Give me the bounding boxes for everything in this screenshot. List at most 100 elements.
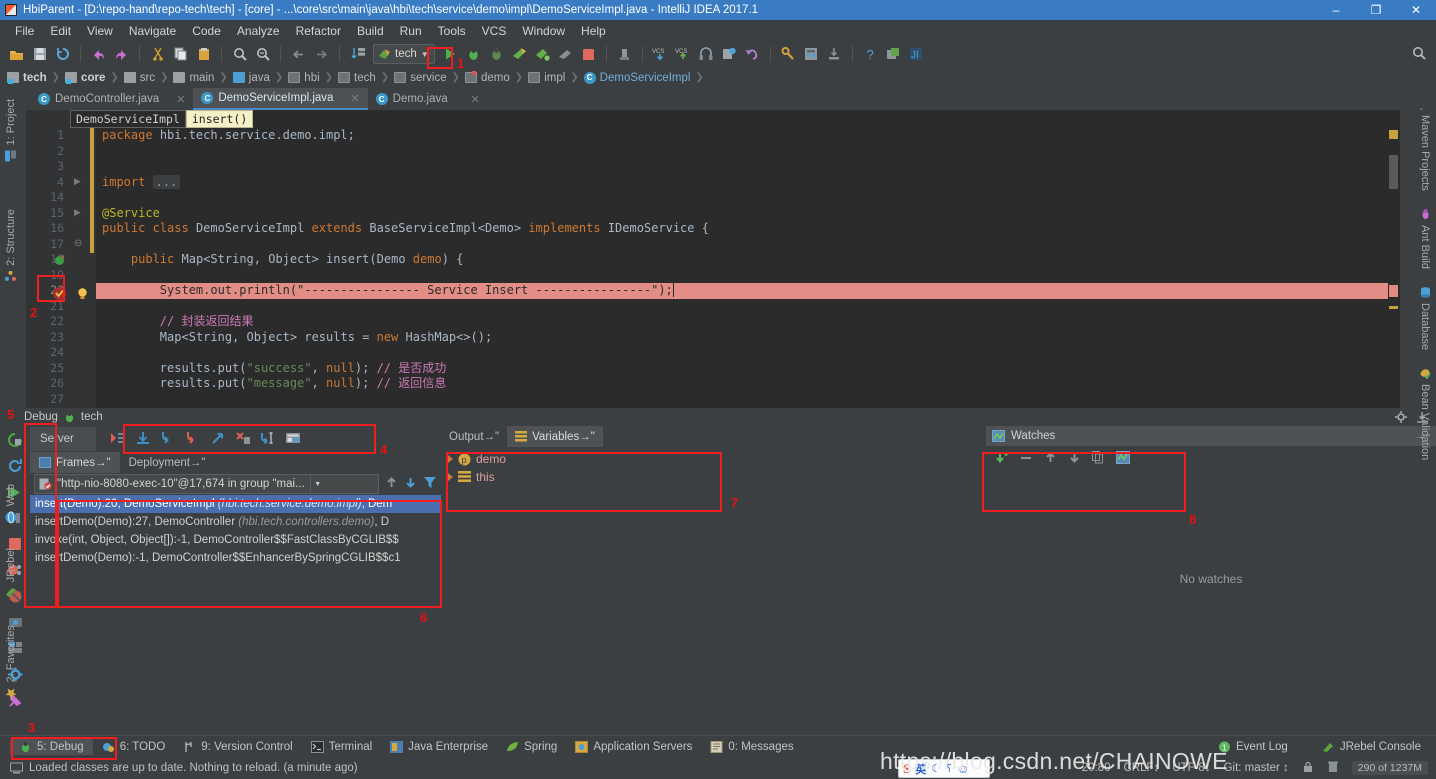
- breadcrumb-item-demo[interactable]: demo: [465, 71, 510, 84]
- hotswap-icon[interactable]: [614, 44, 635, 65]
- duplicate-icon[interactable]: [1092, 451, 1105, 467]
- tab-version-control[interactable]: 9: Version Control: [174, 739, 301, 755]
- chevron-down-icon[interactable]: ▼: [421, 50, 429, 59]
- ime-moon-icon[interactable]: ☾: [931, 762, 941, 775]
- history-icon[interactable]: [719, 44, 740, 65]
- vcs-branch[interactable]: Git: master ↕: [1224, 762, 1289, 774]
- breadcrumb-item-main[interactable]: main: [173, 72, 214, 84]
- maximize-button[interactable]: ❐: [1356, 0, 1396, 20]
- run-to-cursor-icon[interactable]: [260, 431, 276, 448]
- step-into-icon[interactable]: [160, 431, 176, 448]
- evaluate-expression-icon[interactable]: [285, 431, 301, 448]
- sidebar-item-maven[interactable]: m Maven Projects: [1419, 99, 1431, 191]
- line-separator[interactable]: CRLF↕: [1123, 762, 1159, 774]
- move-down-icon[interactable]: [1068, 451, 1081, 467]
- search-icon[interactable]: [1412, 46, 1426, 63]
- current-line-bulb-icon[interactable]: [76, 287, 89, 303]
- redo-icon[interactable]: [111, 44, 132, 65]
- run-configuration-selector[interactable]: tech ▼: [373, 44, 435, 64]
- tab-debug[interactable]: 5: Debug: [10, 738, 93, 755]
- replace-icon[interactable]: [252, 44, 273, 65]
- tab-output[interactable]: Output→": [441, 426, 507, 447]
- tab-variables[interactable]: Variables→": [507, 426, 603, 447]
- sidebar-item-bean-validation[interactable]: Bean Validation: [1419, 368, 1431, 460]
- frame-up-icon[interactable]: [385, 476, 398, 492]
- deploy-icon[interactable]: [824, 44, 845, 65]
- move-up-icon[interactable]: [1044, 451, 1057, 467]
- step-over-icon[interactable]: [135, 431, 151, 448]
- tab-event-log[interactable]: 1 Event Log: [1209, 739, 1297, 755]
- minimize-button[interactable]: –: [1316, 0, 1356, 20]
- error-stripe-marks[interactable]: [1388, 110, 1400, 408]
- menu-item-window[interactable]: Window: [514, 22, 573, 40]
- force-step-into-icon[interactable]: [185, 431, 201, 448]
- sidebar-item-ant[interactable]: Ant Build: [1419, 208, 1431, 269]
- editor-structure-breadcrumb[interactable]: DemoServiceImpl insert(): [70, 110, 254, 128]
- show-execution-point-icon[interactable]: [110, 431, 126, 448]
- breadcrumb-item-core-module[interactable]: core: [65, 72, 105, 84]
- breadcrumb-item-java[interactable]: java: [232, 72, 270, 84]
- step-out-icon[interactable]: [210, 431, 226, 448]
- ime-emoji-icon[interactable]: ☺: [957, 762, 969, 776]
- server-tab[interactable]: Server: [30, 427, 96, 451]
- code-content[interactable]: package hbi.tech.service.demo.impl; impo…: [96, 110, 1436, 408]
- variable-row-this[interactable]: this: [441, 468, 986, 486]
- editor-tab-democontroller[interactable]: C DemoController.java ✕: [30, 88, 193, 110]
- menu-item-code[interactable]: Code: [184, 22, 229, 40]
- tab-messages[interactable]: 0: Messages: [701, 739, 802, 755]
- breadcrumb-method[interactable]: insert(): [185, 110, 254, 128]
- tab-application-servers[interactable]: Application Servers: [566, 739, 701, 755]
- tab-terminal[interactable]: Terminal: [302, 739, 381, 755]
- window-controls[interactable]: – ❐ ✕: [1316, 0, 1436, 20]
- frame-row[interactable]: insertDemo(Demo):27, DemoController (hbi…: [30, 513, 441, 531]
- breadcrumb-item-impl[interactable]: impl: [528, 72, 565, 84]
- remove-watch-icon[interactable]: [1019, 451, 1033, 468]
- compile-icon[interactable]: [347, 44, 368, 65]
- menu-item-view[interactable]: View: [79, 22, 121, 40]
- menu-item-refactor[interactable]: Refactor: [288, 22, 349, 40]
- variables-tree[interactable]: p demo this: [441, 447, 986, 732]
- stop-icon[interactable]: [578, 44, 599, 65]
- editor-tab-demo[interactable]: C Demo.java ✕: [368, 88, 488, 110]
- frame-row[interactable]: insert(Demo):20, DemoServiceImpl (hbi.te…: [30, 495, 441, 513]
- sidebar-item-database[interactable]: Database: [1419, 287, 1431, 350]
- variable-row-demo[interactable]: p demo: [441, 450, 986, 468]
- chevron-right-icon[interactable]: [448, 455, 453, 463]
- undo-icon[interactable]: [88, 44, 109, 65]
- tab-jrebel-console[interactable]: JRebel Console: [1313, 739, 1430, 755]
- vcs-commit-icon[interactable]: VCS: [673, 44, 694, 65]
- ime-mode[interactable]: 英: [915, 761, 926, 777]
- debug-coverage-icon[interactable]: [486, 44, 507, 65]
- close-icon[interactable]: ✕: [164, 93, 185, 106]
- menu-item-vcs[interactable]: VCS: [474, 22, 515, 40]
- tab-java-enterprise[interactable]: Java Enterprise: [381, 739, 497, 755]
- chevron-down-icon[interactable]: ▼: [309, 475, 325, 493]
- debug-icon[interactable]: [463, 44, 484, 65]
- menu-item-file[interactable]: File: [7, 22, 42, 40]
- ime-keyboard-icon[interactable]: ⸮: [946, 762, 952, 775]
- frame-row[interactable]: invoke(int, Object, Object[]):-1, DemoCo…: [30, 531, 441, 549]
- find-icon[interactable]: [229, 44, 250, 65]
- sidebar-item-favorites[interactable]: 2: Favorites: [5, 625, 17, 699]
- compare-icon[interactable]: [696, 44, 717, 65]
- drop-frame-icon[interactable]: [235, 431, 251, 448]
- tab-deployment[interactable]: Deployment→": [120, 452, 215, 473]
- copy-icon[interactable]: [170, 44, 191, 65]
- breadcrumb-item-class[interactable]: C DemoServiceImpl: [583, 71, 690, 84]
- jrebel-icon[interactable]: JI: [906, 44, 927, 65]
- sdk-icon[interactable]: [883, 44, 904, 65]
- encoding[interactable]: UTF-8↕: [1172, 762, 1210, 774]
- sync-icon[interactable]: [52, 44, 73, 65]
- forward-icon[interactable]: [311, 44, 332, 65]
- back-icon[interactable]: [288, 44, 309, 65]
- sidebar-item-project[interactable]: 1: Project: [5, 99, 17, 162]
- breadcrumb-item-tech-module[interactable]: tech: [7, 72, 47, 84]
- code-editor[interactable]: 1 2 3 4 14 15 16 17 18 19 20 21 22 23 24…: [0, 110, 1436, 408]
- sidebar-item-web[interactable]: Web: [5, 484, 17, 524]
- edit-watch-icon[interactable]: [1116, 451, 1130, 467]
- breadcrumb-class[interactable]: DemoServiceImpl: [70, 110, 186, 128]
- open-folder-icon[interactable]: [6, 44, 27, 65]
- frame-down-icon[interactable]: [404, 476, 417, 492]
- thread-combo[interactable]: "http-nio-8080-exec-10"@17,674 in group …: [34, 474, 379, 494]
- breadcrumb-item-hbi[interactable]: hbi: [288, 72, 320, 84]
